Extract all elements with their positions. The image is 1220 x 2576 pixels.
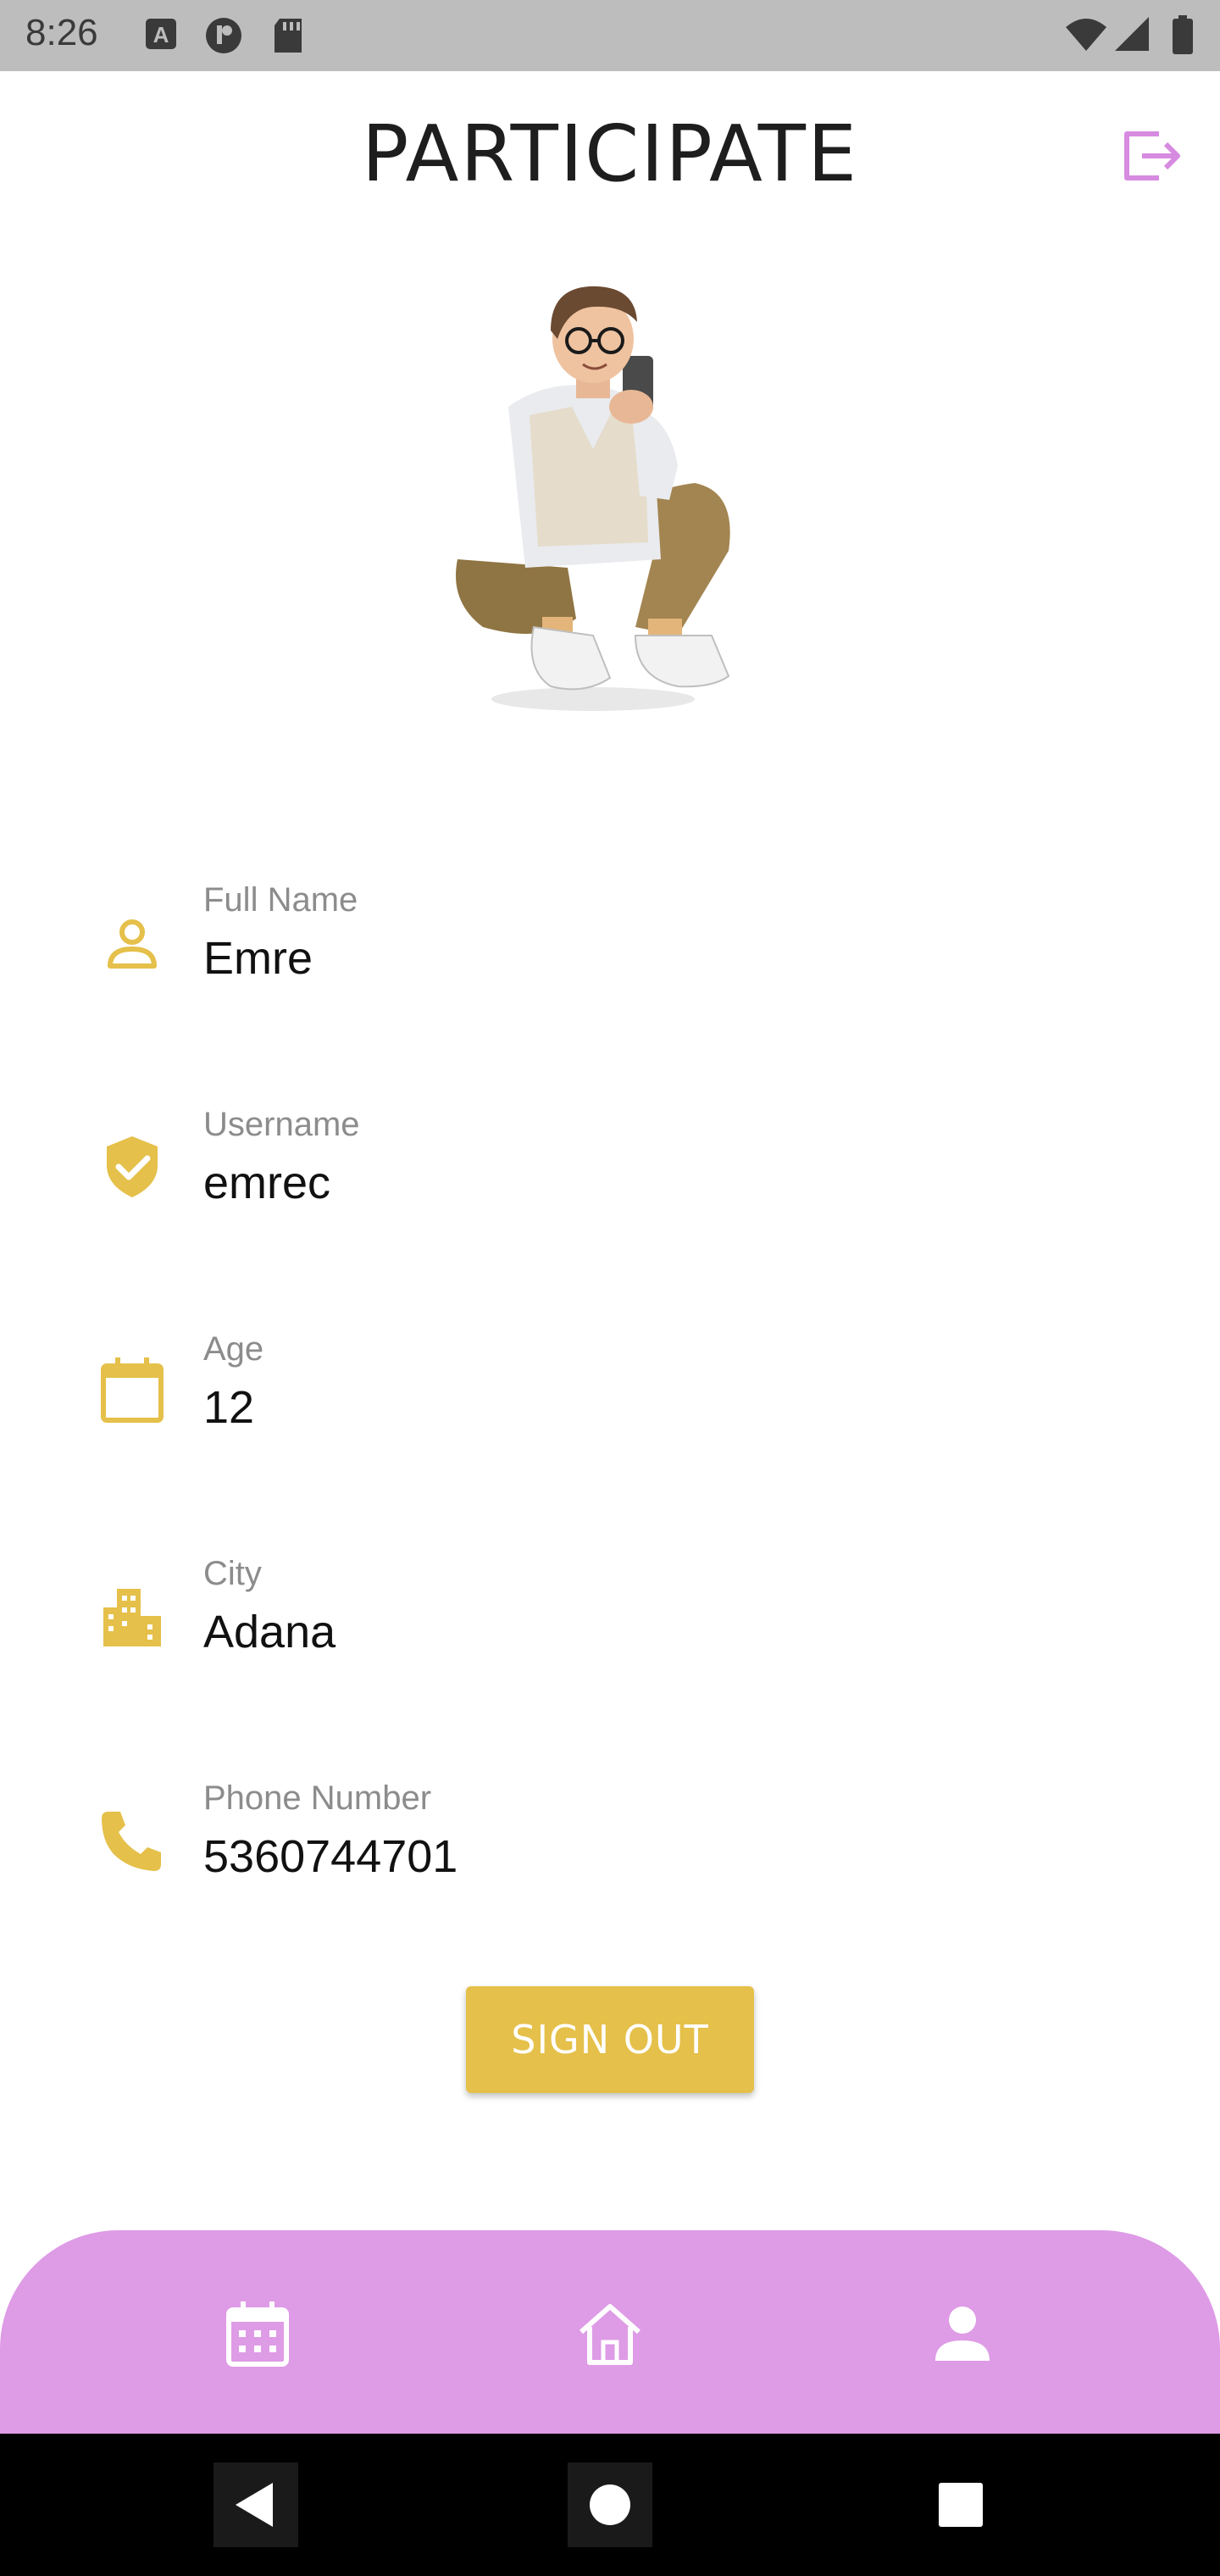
bottom-nav <box>0 2230 1220 2434</box>
media-icon <box>203 17 244 58</box>
phone-icon <box>98 1807 166 1874</box>
calendar-icon <box>98 1356 166 1424</box>
android-nav-bar <box>0 2434 1220 2576</box>
profile-nav-icon[interactable] <box>927 2298 998 2369</box>
accessibility-a-icon: A <box>144 17 178 55</box>
status-time: 8:26 <box>25 12 98 53</box>
username-value: emrec <box>203 1158 331 1208</box>
phone-row: Phone Number 5360744701 <box>0 1763 1220 1932</box>
sign-out-button[interactable]: SIGN OUT <box>466 1986 754 2093</box>
person-outline-icon <box>98 910 166 978</box>
full-name-label: Full Name <box>203 881 358 919</box>
username-row: Username emrec <box>0 1089 1220 1258</box>
sd-card-icon <box>271 17 305 58</box>
username-label: Username <box>203 1106 360 1143</box>
phone-label: Phone Number <box>203 1779 432 1817</box>
calendar-nav-icon[interactable] <box>222 2298 293 2369</box>
city-label: City <box>203 1555 262 1592</box>
cell-signal-icon <box>1113 15 1151 57</box>
status-bar: 8:26 A <box>0 0 1220 71</box>
home-circle-icon[interactable] <box>568 2462 652 2547</box>
full-name-row: Full Name Emre <box>0 864 1220 1034</box>
avatar-illustration <box>424 280 762 720</box>
wifi-icon <box>1064 15 1108 57</box>
city-icon <box>98 1582 166 1650</box>
full-name-value: Emre <box>203 933 313 984</box>
page-title: PARTICIPATE <box>361 108 859 199</box>
phone-value: 5360744701 <box>203 1831 458 1882</box>
home-nav-icon[interactable] <box>574 2298 646 2369</box>
logout-icon[interactable] <box>1117 122 1184 190</box>
battery-icon <box>1171 15 1195 58</box>
shield-check-icon <box>98 1133 166 1201</box>
age-label: Age <box>203 1330 264 1368</box>
city-row: City Adana <box>0 1538 1220 1707</box>
city-value: Adana <box>203 1607 336 1657</box>
recents-icon[interactable] <box>918 2462 1003 2547</box>
svg-text:A: A <box>153 22 169 47</box>
age-row: Age 12 <box>0 1313 1220 1483</box>
back-icon[interactable] <box>214 2462 298 2547</box>
age-value: 12 <box>203 1382 255 1433</box>
